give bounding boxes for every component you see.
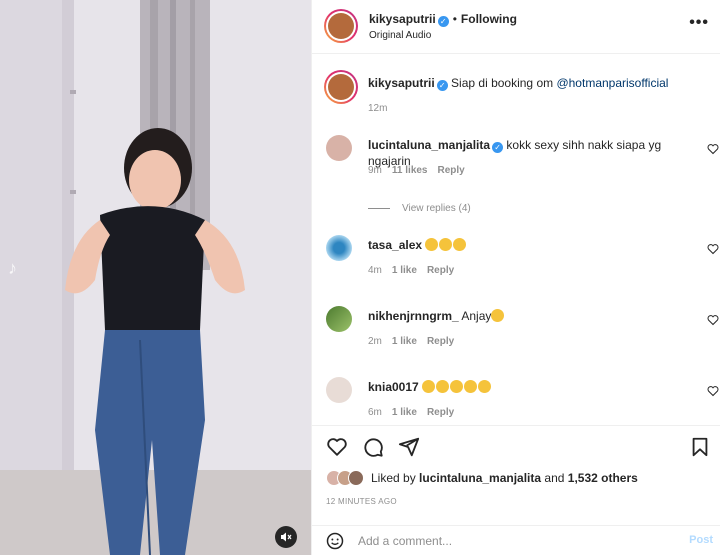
laughing-emoji-icon [453,238,467,251]
reply-button[interactable]: Reply [427,407,454,418]
save-bookmark-icon[interactable] [689,436,711,458]
author-line: kikysaputrii ✓ • Following [369,12,517,27]
comment-emojis [425,238,467,252]
mute-icon [281,532,292,542]
comment-time: 2m [368,336,382,347]
comment-likes[interactable]: 11 likes [392,165,428,176]
likes-text: Liked by lucintaluna_manjalita and 1,532… [371,471,638,485]
comment-likes[interactable]: 1 like [392,265,417,276]
comment-body: nikhenjrnngrm_ Anjay [368,308,688,324]
post-comment-button[interactable]: Post [689,534,713,546]
commenter-avatar[interactable] [326,306,352,332]
author-avatar[interactable] [324,9,358,43]
verified-icon: ✓ [437,16,449,27]
commenter-username[interactable]: tasa_alex [368,238,422,252]
reply-button[interactable]: Reply [427,265,454,276]
comment-icon[interactable] [362,436,384,458]
commenter-username[interactable]: lucintaluna_manjalita [368,138,490,152]
commenter-avatar[interactable] [326,135,352,161]
likes-middle: and [541,471,568,485]
comment-meta: 2m 1 like Reply [368,336,464,347]
comment-time: 9m [368,165,382,176]
caption-body: kikysaputrii ✓ Siap di booking om @hotman… [368,75,688,91]
commenter-avatar[interactable] [326,377,352,403]
likes-summary: Liked by lucintaluna_manjalita and 1,532… [326,470,638,486]
replies-divider [368,208,390,209]
caption-time: 12m [368,103,388,114]
caption-avatar[interactable] [324,70,358,104]
author-username[interactable]: kikysaputrii [369,12,436,26]
liker-avatar[interactable] [348,470,364,486]
comment-time: 6m [368,407,382,418]
commenter-username[interactable]: knia0017 [368,380,419,394]
caption-username[interactable]: kikysaputrii [368,76,435,90]
view-replies-button[interactable]: View replies (4) [368,203,471,214]
post-header: kikysaputrii ✓ • Following Original Audio •… [312,0,720,54]
share-icon[interactable] [398,436,420,458]
heart-icon[interactable] [707,143,719,155]
comments-list: kikysaputrii ✓ Siap di booking om @hotman… [312,55,720,425]
comment-body: tasa_alex [368,237,688,253]
comment-meta: 6m 1 like Reply [368,407,464,418]
likes-prefix: Liked by [371,471,420,485]
emoji-picker-icon[interactable] [326,532,344,550]
laughing-emoji-icon [478,380,492,393]
verified-icon: ✓ [436,80,448,91]
laughing-emoji-icon [436,380,450,393]
comment-meta: 9m 11 likes Reply [368,165,475,176]
post-actions: Liked by lucintaluna_manjalita and 1,532… [312,425,720,525]
video-frame: ♪ [0,0,311,555]
heart-icon[interactable] [707,243,719,255]
comment-input[interactable] [358,532,658,550]
post-panel: kikysaputrii ✓ • Following Original Audio •… [311,0,720,555]
video-player[interactable]: ♪ [0,0,311,555]
reply-button[interactable]: Reply [438,165,465,176]
commenter-username[interactable]: nikhenjrnngrm_ [368,309,459,323]
heart-icon[interactable] [707,314,719,326]
audio-link[interactable]: Original Audio [369,30,431,41]
svg-text:♪: ♪ [8,258,17,278]
reply-button[interactable]: Reply [427,336,454,347]
mute-button[interactable] [275,526,297,548]
separator-dot: • [452,12,457,26]
caption-mention[interactable]: @hotmanparisofficial [556,76,668,90]
caption-meta: 12m [368,103,397,114]
comment-meta: 4m 1 like Reply [368,265,464,276]
following-button[interactable]: Following [461,12,517,26]
laughing-emoji-icon [450,380,464,393]
likes-others-link[interactable]: 1,532 others [568,471,638,485]
more-options-icon[interactable]: ••• [689,14,709,32]
verified-icon: ✓ [492,142,504,153]
laughing-emoji-icon [491,309,505,322]
like-heart-icon[interactable] [326,436,348,458]
comment-time: 4m [368,265,382,276]
comment-body: knia0017 [368,379,688,395]
post-timestamp[interactable]: 12 MINUTES AGO [326,497,397,506]
commenter-avatar[interactable] [326,235,352,261]
comment-likes[interactable]: 1 like [392,407,417,418]
comment-likes[interactable]: 1 like [392,336,417,347]
comment-text: Anjay [461,309,492,323]
add-comment-bar: Post [312,525,720,555]
liker-username[interactable]: lucintaluna_manjalita [419,471,541,485]
laughing-emoji-icon [439,238,453,251]
laughing-emoji-icon [425,238,439,251]
comment-emojis [422,380,492,394]
action-icons [326,436,420,458]
laughing-emoji-icon [464,380,478,393]
heart-icon[interactable] [707,385,719,397]
laughing-emoji-icon [422,380,436,393]
view-replies-label: View replies (4) [402,203,471,214]
caption-text: Siap di booking om [451,76,557,90]
